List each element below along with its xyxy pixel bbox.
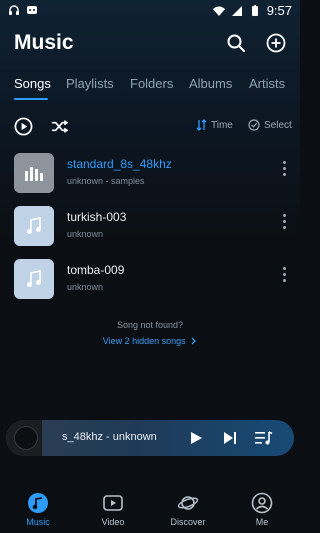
search-icon	[227, 34, 245, 52]
view-hidden-songs-label: View 2 hidden songs	[102, 336, 186, 346]
planet-icon	[177, 496, 199, 510]
shuffle-icon	[51, 119, 68, 133]
now-playing-text: s_48khz - unknown	[62, 431, 157, 443]
active-tab-indicator	[14, 98, 48, 100]
song-title: standard_8s_48khz	[67, 157, 172, 171]
skip-next-icon	[224, 432, 236, 444]
song-subtitle: unknown	[67, 229, 104, 239]
shuffle-button[interactable]	[49, 116, 69, 136]
nav-me-label: Me	[255, 517, 269, 527]
add-button[interactable]	[264, 31, 288, 55]
tab-folders[interactable]: Folders	[130, 76, 173, 91]
search-button[interactable]	[224, 31, 248, 55]
view-hidden-songs-link[interactable]: View 2 hidden songs	[0, 336, 300, 346]
nav-video[interactable]: Video	[83, 492, 143, 527]
tab-bar: Songs Playlists Folders Albums Artists	[0, 72, 300, 102]
headphones-icon	[9, 5, 19, 15]
signal-icon	[231, 5, 242, 16]
play-all-button[interactable]	[13, 116, 33, 136]
nav-discover-label: Discover	[170, 517, 206, 527]
nav-me[interactable]: Me	[232, 492, 292, 527]
check-circle-icon	[248, 119, 260, 131]
status-time: 9:57	[266, 3, 292, 18]
song-thumbnail	[14, 206, 54, 246]
bottom-navigation: Music Video Discover Me	[0, 484, 300, 533]
play-circle-icon	[14, 117, 32, 135]
notification-icon	[27, 6, 37, 14]
battery-icon	[251, 4, 258, 16]
song-subtitle: unknown	[67, 282, 104, 292]
tab-albums[interactable]: Albums	[189, 76, 232, 91]
page-title: Music	[14, 31, 74, 54]
select-button[interactable]: Select	[248, 119, 292, 131]
video-icon	[103, 495, 123, 511]
music-app: 9:57 Music Songs Playlists Folders Album…	[0, 0, 300, 533]
music-disc-icon	[28, 493, 48, 513]
song-not-found-text: Song not found?	[116, 320, 184, 330]
tab-songs[interactable]: Songs	[14, 76, 51, 91]
mini-player[interactable]: s_48khz - unknown	[6, 420, 294, 456]
nav-music-label: Music	[26, 517, 50, 527]
select-label: Select	[264, 119, 292, 131]
tab-artists[interactable]: Artists	[249, 76, 285, 91]
song-thumbnail	[14, 259, 54, 299]
status-bar: 9:57	[0, 0, 300, 24]
sort-icon	[196, 119, 207, 131]
playlist-icon	[255, 431, 273, 445]
song-subtitle: unknown - samples	[67, 176, 145, 186]
song-thumbnail	[14, 153, 54, 193]
nav-music[interactable]: Music	[8, 492, 68, 527]
nav-discover[interactable]: Discover	[158, 492, 218, 527]
album-art	[6, 420, 42, 456]
queue-button[interactable]	[254, 428, 274, 448]
music-note-icon	[27, 217, 41, 234]
next-button[interactable]	[220, 428, 240, 448]
sort-button[interactable]: Time	[196, 119, 233, 131]
tab-playlists[interactable]: Playlists	[66, 76, 114, 91]
chevron-right-icon	[191, 337, 197, 345]
song-title: turkish-003	[67, 210, 127, 224]
more-options-button[interactable]	[280, 267, 288, 287]
profile-icon	[251, 492, 273, 514]
wifi-icon	[212, 6, 225, 16]
more-options-button[interactable]	[280, 161, 288, 181]
play-button[interactable]	[186, 428, 206, 448]
song-toolbar: Time Select	[0, 112, 300, 140]
song-row[interactable]: standard_8s_48khz unknown - samples	[0, 148, 300, 198]
music-note-icon	[27, 270, 41, 287]
play-icon	[191, 432, 202, 444]
song-row[interactable]: turkish-003 unknown	[0, 201, 300, 251]
equalizer-icon	[25, 167, 43, 181]
song-row[interactable]: tomba-009 unknown	[0, 254, 300, 304]
more-options-button[interactable]	[280, 214, 288, 234]
nav-video-label: Video	[101, 517, 125, 527]
song-title: tomba-009	[67, 263, 125, 277]
add-circle-icon	[266, 33, 286, 53]
sort-label: Time	[211, 119, 233, 131]
